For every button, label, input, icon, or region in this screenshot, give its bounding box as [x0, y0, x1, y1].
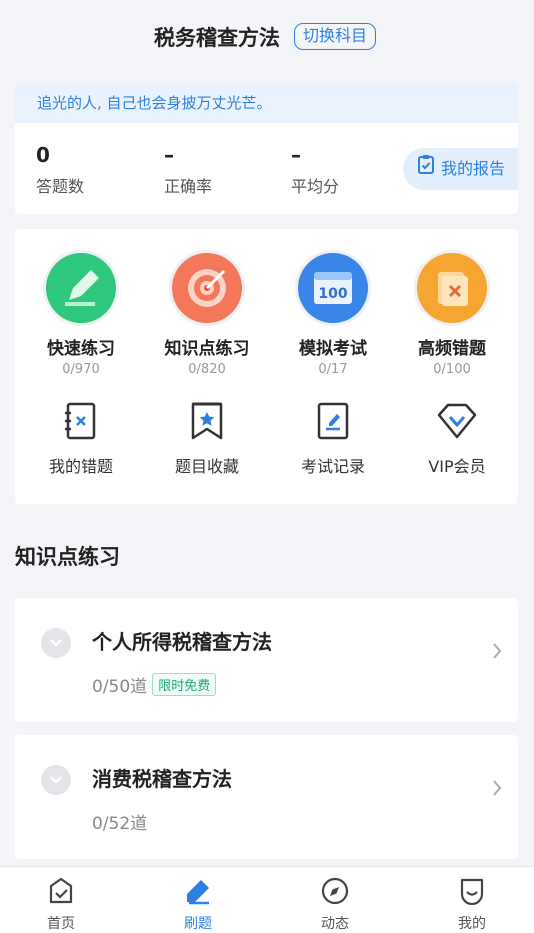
tool-favorites[interactable]: 题目收藏 [144, 399, 270, 477]
bottom-tab-bar: 首页 刷题 动态 我的 [0, 866, 534, 933]
stat-answered: 0 答题数 [36, 143, 84, 197]
pencil-icon [46, 253, 116, 323]
tool-vip[interactable]: VIP会员 [394, 399, 520, 477]
stat-accuracy-value: – [164, 143, 174, 167]
chevron-right-icon [492, 642, 502, 664]
stat-answered-value: 0 [36, 143, 50, 167]
free-badge: 限时免费 [152, 673, 217, 696]
tool-label: 题目收藏 [174, 457, 239, 476]
motto-banner: 追光的人, 自己也会身披万丈光芒。 [15, 83, 518, 123]
target-icon [172, 253, 242, 323]
mode-quick-practice[interactable]: 快速练习 0/970 [18, 253, 144, 377]
mode-knowledge-practice[interactable]: 知识点练习 0/820 [144, 253, 270, 377]
tab-label: 刷题 [184, 916, 212, 932]
stats-card: 追光的人, 自己也会身披万丈光芒。 0 答题数 – 正确率 – 平均分 我的报告 [15, 83, 518, 214]
tool-label: 考试记录 [300, 457, 365, 476]
profile-icon [432, 875, 512, 907]
tab-practice[interactable]: 刷题 [158, 875, 238, 933]
bookmark-star-icon [183, 399, 231, 443]
tab-label: 首页 [47, 916, 75, 932]
mode-progress: 0/100 [433, 362, 471, 377]
chevron-down-icon[interactable] [41, 628, 71, 658]
mode-frequent-errors[interactable]: 高频错题 0/100 [389, 253, 515, 377]
topic-count: 0/52道 [92, 814, 148, 834]
tool-my-wrong[interactable]: 我的错题 [18, 399, 144, 477]
switch-subject-button[interactable]: 切换科目 [294, 23, 377, 50]
stat-average-value: – [291, 143, 301, 167]
topic-meta: 0/52道 [92, 809, 147, 834]
home-icon [21, 875, 101, 907]
tab-feed[interactable]: 动态 [295, 875, 375, 933]
chevron-right-icon [492, 779, 502, 801]
mode-progress: 0/970 [62, 362, 100, 377]
topic-name: 个人所得税稽查方法 [92, 630, 272, 654]
practice-grid: 快速练习 0/970 知识点练习 0/820 100 模拟考试 0/17 高频错… [15, 229, 518, 504]
tab-mine[interactable]: 我的 [432, 875, 512, 933]
mode-label: 模拟考试 [299, 339, 367, 359]
mode-label: 知识点练习 [164, 339, 250, 359]
topic-count: 0/50道 [92, 677, 148, 697]
stat-accuracy: – 正确率 [164, 143, 212, 197]
stat-average: – 平均分 [291, 143, 339, 197]
exam-record-icon [309, 399, 357, 443]
practice-icon [158, 875, 238, 907]
stat-accuracy-label: 正确率 [164, 177, 213, 196]
topic-meta: 0/50道 限时免费 [92, 672, 217, 697]
stat-answered-label: 答题数 [36, 177, 85, 196]
error-card-icon [417, 253, 487, 323]
my-report-label: 我的报告 [441, 159, 506, 178]
mode-label: 高频错题 [418, 339, 486, 359]
tool-label: VIP会员 [428, 457, 486, 476]
clipboard-check-icon [417, 148, 435, 190]
topic-name: 消费税稽查方法 [92, 767, 232, 791]
chevron-down-icon[interactable] [41, 765, 71, 795]
tool-label: 我的错题 [48, 457, 113, 476]
svg-text:100: 100 [318, 286, 347, 302]
calendar-100-icon: 100 [298, 253, 368, 323]
tab-home[interactable]: 首页 [21, 875, 101, 933]
section-title: 知识点练习 [15, 545, 120, 569]
vip-diamond-icon [433, 399, 481, 443]
mode-label: 快速练习 [47, 339, 115, 359]
mode-mock-exam[interactable]: 100 模拟考试 0/17 [270, 253, 396, 377]
wrong-notebook-icon [57, 399, 105, 443]
mode-progress: 0/17 [318, 362, 348, 377]
topic-item[interactable]: 消费税稽查方法 0/52道 [15, 735, 518, 859]
compass-icon [295, 875, 375, 907]
tab-label: 我的 [458, 916, 486, 932]
mode-progress: 0/820 [188, 362, 226, 377]
stat-average-label: 平均分 [291, 177, 340, 196]
tool-exam-record[interactable]: 考试记录 [270, 399, 396, 477]
my-report-button[interactable]: 我的报告 [403, 148, 518, 190]
topic-item[interactable]: 个人所得税稽查方法 0/50道 限时免费 [15, 598, 518, 722]
tab-label: 动态 [321, 916, 349, 932]
page-title: 税务稽查方法 [154, 26, 280, 50]
header: 税务稽查方法 切换科目 [0, 0, 534, 72]
